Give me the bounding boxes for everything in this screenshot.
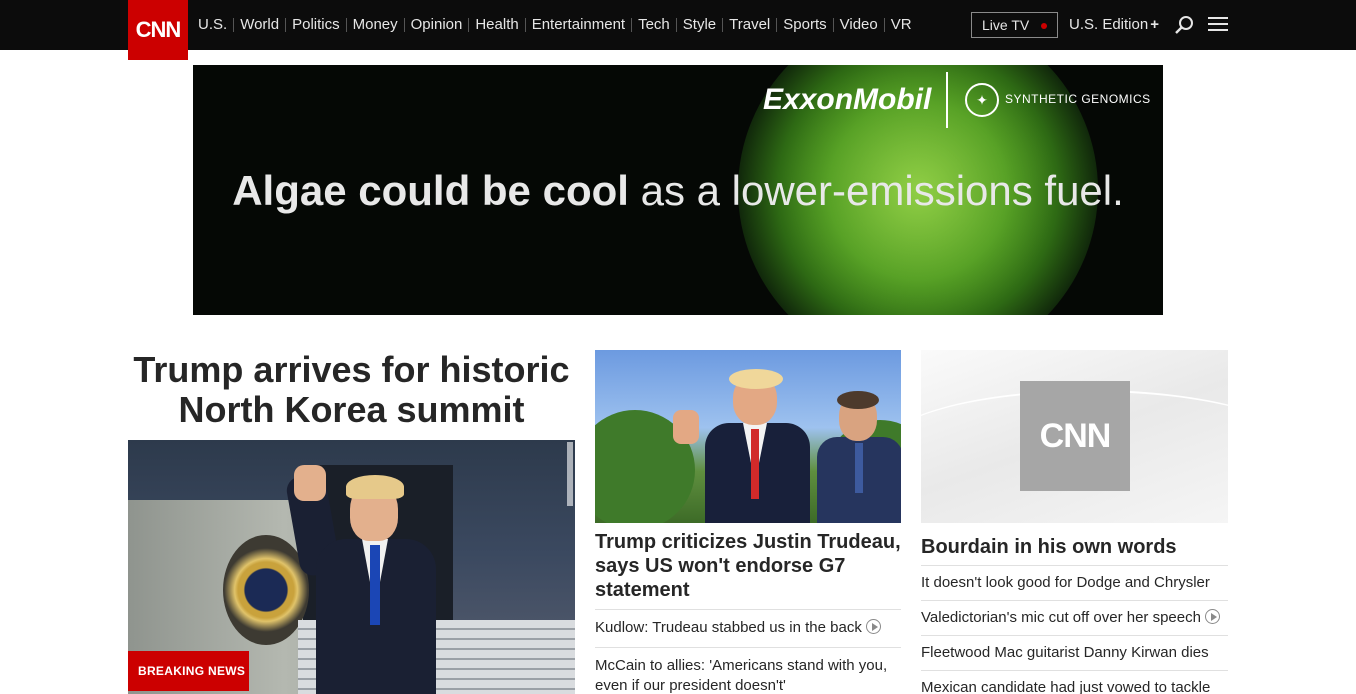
plus-icon: + (1150, 16, 1159, 33)
list-item[interactable]: It doesn't look good for Dodge and Chrys… (921, 565, 1228, 600)
ad-tagline-bold: Algae could be cool (232, 167, 629, 214)
list-item[interactable]: Valedictorian's mic cut off over her spe… (921, 600, 1228, 635)
synthetic-genomics-emblem-icon: ✦ (965, 83, 999, 117)
nav-item-tech[interactable]: Tech (631, 17, 676, 32)
ad-divider (946, 72, 948, 128)
list-item-text: McCain to allies: 'Americans stand with … (595, 657, 888, 694)
list-item[interactable]: Fleetwood Mac guitarist Danny Kirwan die… (921, 635, 1228, 670)
list-item-text: It doesn't look good for Dodge and Chrys… (921, 574, 1210, 591)
nav-item-world[interactable]: World (233, 17, 285, 32)
lead-headline[interactable]: Trump arrives for historic North Korea s… (128, 350, 575, 430)
photo-credit (567, 442, 573, 506)
placeholder-logo-text: CNN (1039, 416, 1112, 455)
thumbs-up-image (673, 410, 699, 444)
middle-story-image[interactable] (595, 350, 901, 523)
live-tv-button[interactable]: Live TV (971, 12, 1058, 38)
list-item-text: Fleetwood Mac guitarist Danny Kirwan die… (921, 644, 1209, 661)
edition-label: U.S. Edition (1069, 16, 1149, 33)
logo-text: CNN (135, 17, 182, 42)
cnn-placeholder-logo: CNN (1020, 381, 1130, 491)
right-story-list: It doesn't look good for Dodge and Chrys… (921, 565, 1228, 694)
exxonmobil-logo: ExxonMobil (763, 83, 932, 116)
right-story-image[interactable]: CNN (921, 350, 1228, 523)
ad-tagline-rest: as a lower-emissions fuel. (628, 167, 1124, 214)
list-item[interactable]: Kudlow: Trudeau stabbed us in the back (595, 609, 901, 647)
nav-item-travel[interactable]: Travel (722, 17, 776, 32)
list-item[interactable]: McCain to allies: 'Americans stand with … (595, 647, 901, 694)
middle-story-list: Kudlow: Trudeau stabbed us in the back M… (595, 609, 901, 694)
top-nav-bar: CNN U.S. World Politics Money Opinion He… (0, 0, 1356, 60)
advertisement-banner[interactable]: ExxonMobil ✦ SYNTHETIC GENOMICS Algae co… (193, 65, 1163, 315)
live-tv-label: Live TV (982, 17, 1030, 33)
nav-item-opinion[interactable]: Opinion (403, 17, 469, 32)
middle-headline[interactable]: Trump criticizes Justin Trudeau, says US… (595, 530, 901, 602)
nav-item-politics[interactable]: Politics (285, 17, 346, 32)
synthetic-genomics-logo: SYNTHETIC GENOMICS (1005, 92, 1151, 106)
play-video-icon (1204, 609, 1220, 624)
hamburger-menu-icon[interactable] (1208, 17, 1228, 33)
list-item[interactable]: Mexican candidate had just vowed to tack… (921, 670, 1228, 694)
nav-item-style[interactable]: Style (675, 17, 722, 32)
ad-tagline: Algae could be cool as a lower-emissions… (193, 167, 1163, 215)
list-item-text: Valedictorian's mic cut off over her spe… (921, 609, 1201, 626)
waving-person-image (284, 465, 438, 694)
section-nav: U.S. World Politics Money Opinion Health… (198, 0, 918, 50)
nav-item-video[interactable]: Video (832, 17, 884, 32)
play-video-icon (865, 619, 881, 634)
presidential-seal-image (223, 535, 309, 645)
list-item-text: Kudlow: Trudeau stabbed us in the back (595, 619, 862, 636)
nav-item-money[interactable]: Money (345, 17, 404, 32)
nav-item-health[interactable]: Health (468, 17, 524, 32)
live-indicator-icon (1041, 23, 1047, 29)
list-item-text: Mexican candidate had just vowed to tack… (921, 679, 1211, 694)
nav-item-vr[interactable]: VR (883, 17, 918, 32)
nav-item-entertainment[interactable]: Entertainment (524, 17, 631, 32)
nav-item-sports[interactable]: Sports (776, 17, 832, 32)
edition-selector[interactable]: U.S. Edition + (1069, 16, 1159, 33)
cnn-logo[interactable]: CNN (128, 0, 188, 60)
search-icon[interactable] (1174, 15, 1194, 35)
breaking-news-badge: BREAKING NEWS (128, 651, 249, 691)
right-headline[interactable]: Bourdain in his own words (921, 535, 1228, 559)
nav-item-us[interactable]: U.S. (198, 17, 233, 32)
